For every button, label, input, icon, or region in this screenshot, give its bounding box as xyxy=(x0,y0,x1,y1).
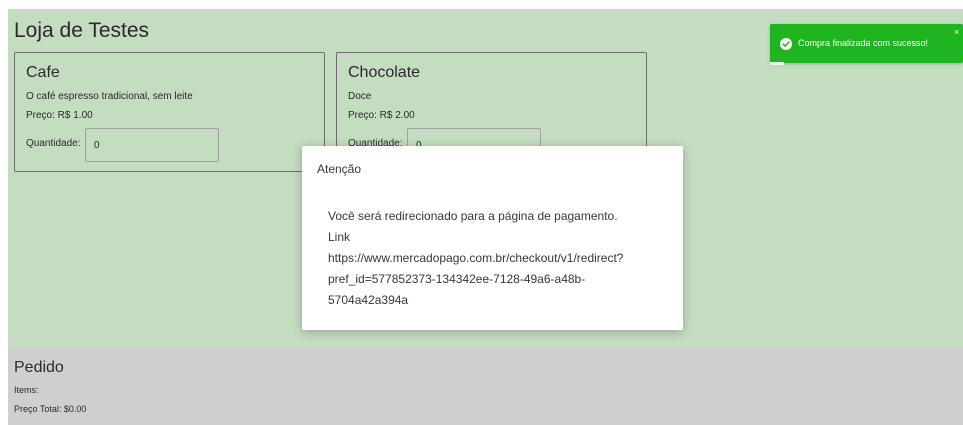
toast-close-button[interactable]: × xyxy=(954,28,959,37)
order-total: Preço Total: $0.00 xyxy=(14,404,87,414)
success-toast: Compra finalizada com sucesso! × xyxy=(770,24,963,63)
dialog-link-url[interactable]: https://www.mercadopago.com.br/checkout/… xyxy=(328,248,663,311)
check-circle-icon xyxy=(780,38,792,50)
redirect-dialog: Atenção Você será redirecionado para a p… xyxy=(302,146,683,330)
dialog-message-text: Você será redirecionado para a página de… xyxy=(328,209,618,223)
order-title: Pedido xyxy=(14,359,64,376)
order-section xyxy=(8,347,963,425)
toast-progress-bar xyxy=(770,62,784,65)
dialog-link-label: Link xyxy=(328,230,351,244)
quantity-input-cafe[interactable] xyxy=(85,128,219,162)
product-card-cafe: Cafe O café espresso tradicional, sem le… xyxy=(14,52,325,172)
product-price: Preço: R$ 2.00 xyxy=(348,110,415,121)
product-description: O café espresso tradicional, sem leite xyxy=(26,91,193,102)
dialog-title: Atenção xyxy=(317,162,362,176)
dialog-message: Você será redirecionado para a página de… xyxy=(328,206,663,311)
page-title: Loja de Testes xyxy=(14,19,150,42)
product-description: Doce xyxy=(348,91,372,102)
toast-message: Compra finalizada com sucesso! xyxy=(798,38,929,48)
product-name: Cafe xyxy=(26,64,60,81)
product-price: Preço: R$ 1.00 xyxy=(26,110,93,121)
order-items-label: Items: xyxy=(14,385,39,395)
product-name: Chocolate xyxy=(348,64,421,81)
quantity-label: Quantidade: xyxy=(26,138,81,149)
